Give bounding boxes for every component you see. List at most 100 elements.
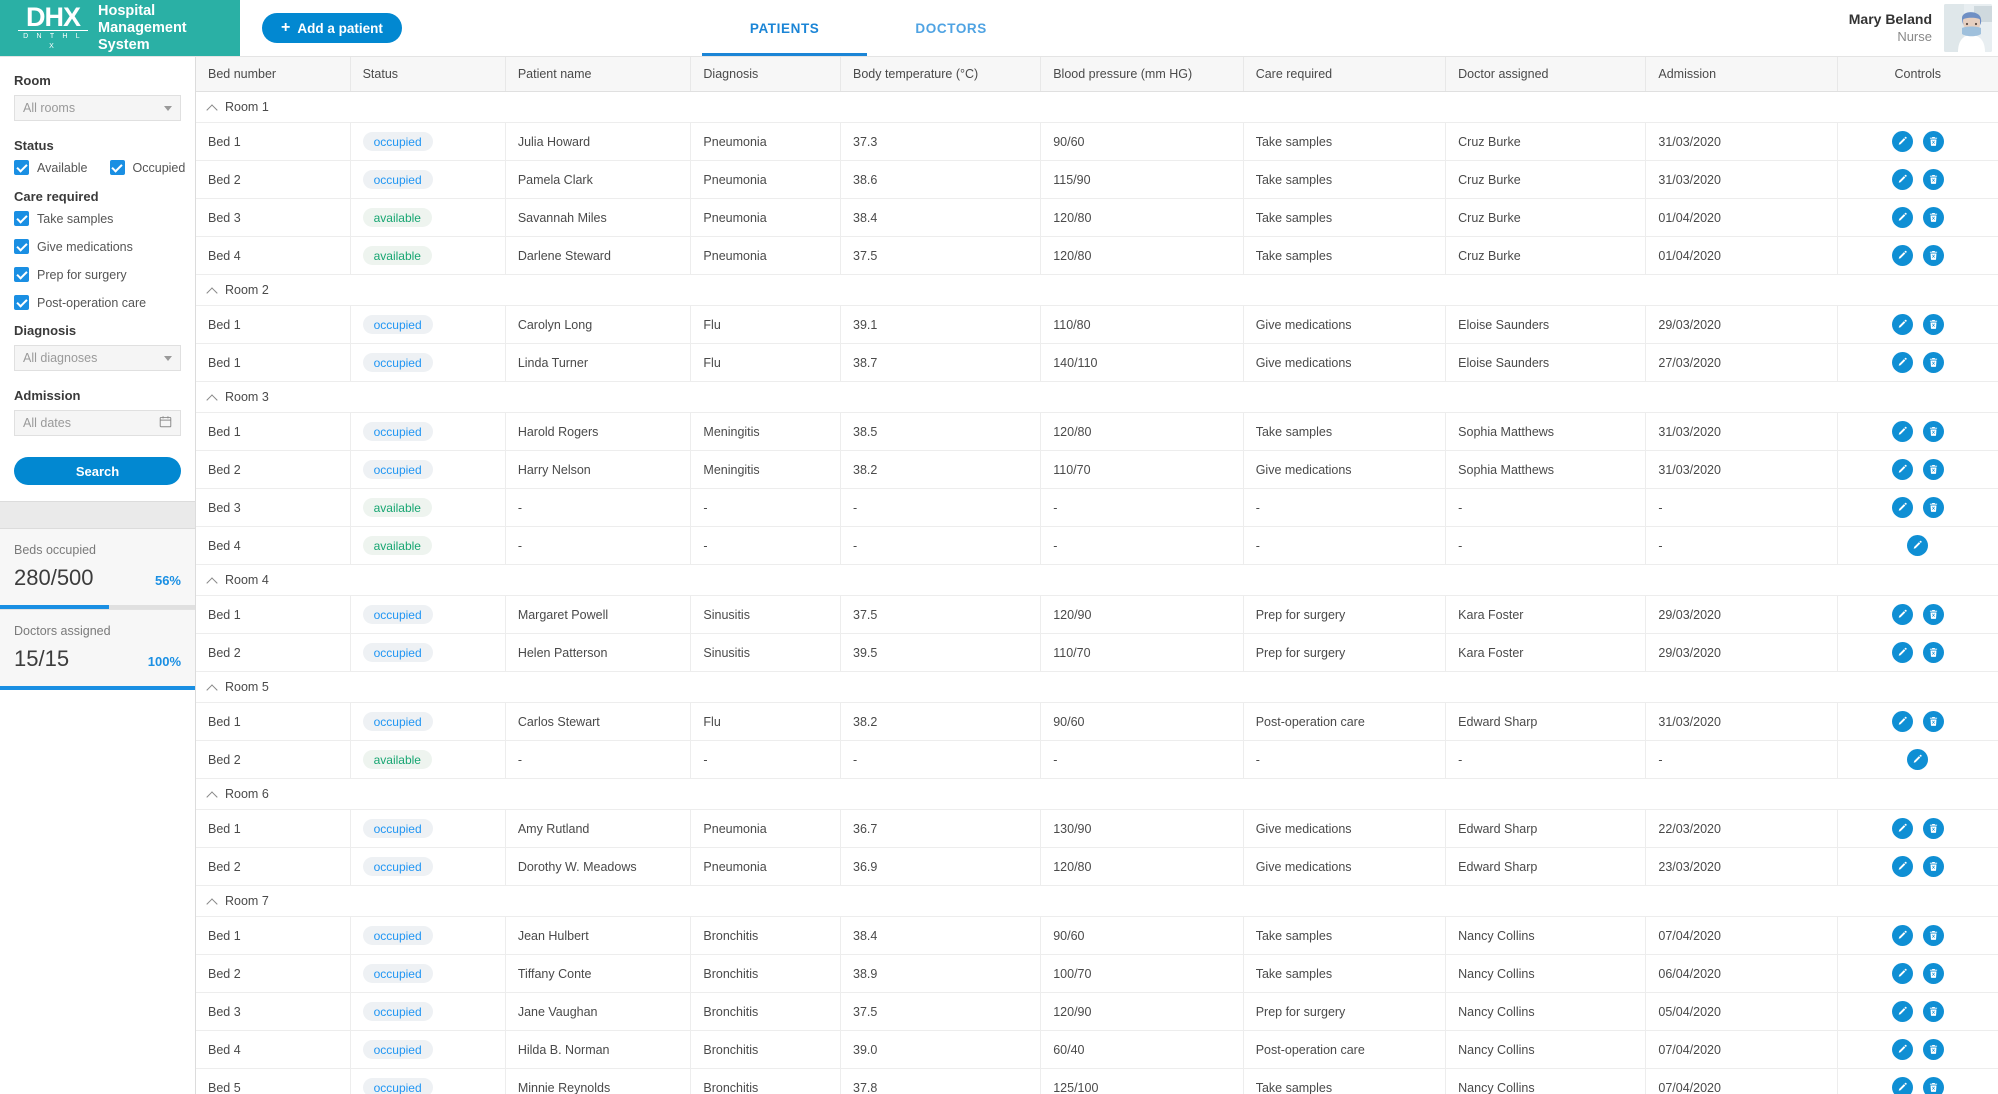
- edit-row-button[interactable]: [1891, 1077, 1913, 1094]
- checkbox-icon[interactable]: [14, 295, 29, 310]
- room-group-cell[interactable]: Room 7: [196, 885, 1998, 917]
- room-group-cell[interactable]: Room 1: [196, 91, 1998, 123]
- room-group-toggle[interactable]: Room 1: [208, 100, 1986, 114]
- delete-row-button[interactable]: [1922, 1001, 1944, 1022]
- table-row[interactable]: Bed 2 occupied Helen Patterson Sinusitis 39.…: [196, 633, 1998, 672]
- table-row[interactable]: Bed 1 occupied Carlos Stewart Flu 38.2 90/60 P…: [196, 702, 1998, 741]
- checkbox-available[interactable]: Available: [14, 160, 88, 175]
- delete-row-button[interactable]: [1922, 352, 1944, 373]
- edit-row-button[interactable]: [1891, 642, 1913, 663]
- checkbox-icon[interactable]: [109, 160, 125, 175]
- tab-doctors[interactable]: DOCTORS: [867, 0, 1034, 56]
- calendar-icon[interactable]: [159, 415, 172, 431]
- table-row[interactable]: Bed 3 available - - - - - - -: [196, 488, 1998, 527]
- delete-row-button[interactable]: [1922, 604, 1944, 625]
- table-row[interactable]: Bed 4 occupied Hilda B. Norman Bronchitis 39…: [196, 1030, 1998, 1069]
- checkbox-icon[interactable]: [14, 160, 29, 175]
- column-header-patient-name[interactable]: Patient name: [505, 57, 692, 92]
- room-group-toggle[interactable]: Room 7: [208, 894, 1986, 908]
- user-block[interactable]: Mary Beland Nurse: [1849, 0, 1998, 56]
- table-row[interactable]: Bed 2 occupied Pamela Clark Pneumonia 38.6 11…: [196, 160, 1998, 199]
- room-group-cell[interactable]: Room 5: [196, 671, 1998, 703]
- admission-date-input[interactable]: All dates: [14, 410, 181, 436]
- edit-row-button[interactable]: [1891, 818, 1913, 839]
- column-header-diagnosis[interactable]: Diagnosis: [690, 57, 841, 92]
- edit-row-button[interactable]: [1891, 856, 1913, 877]
- room-group-header[interactable]: Room 4: [196, 564, 1998, 596]
- delete-row-button[interactable]: [1922, 925, 1944, 946]
- delete-row-button[interactable]: [1922, 818, 1944, 839]
- edit-row-button[interactable]: [1891, 1039, 1913, 1060]
- delete-row-button[interactable]: [1922, 459, 1944, 480]
- room-group-cell[interactable]: Room 3: [196, 381, 1998, 413]
- room-group-toggle[interactable]: Room 2: [208, 283, 1986, 297]
- edit-row-button[interactable]: [1891, 245, 1913, 266]
- room-select[interactable]: All rooms: [14, 95, 181, 121]
- table-row[interactable]: Bed 2 occupied Dorothy W. Meadows Pneumonia…: [196, 847, 1998, 886]
- table-row[interactable]: Bed 1 occupied Harold Rogers Meningitis 38.5…: [196, 412, 1998, 451]
- column-header-admission[interactable]: Admission: [1645, 57, 1838, 92]
- delete-row-button[interactable]: [1922, 1077, 1944, 1094]
- add-patient-button[interactable]: + Add a patient: [262, 13, 402, 43]
- delete-row-button[interactable]: [1922, 131, 1944, 152]
- delete-row-button[interactable]: [1922, 169, 1944, 190]
- edit-row-button[interactable]: [1891, 497, 1913, 518]
- table-row[interactable]: Bed 1 occupied Julia Howard Pneumonia 37.3 90…: [196, 122, 1998, 161]
- edit-row-button[interactable]: [1891, 131, 1913, 152]
- room-group-cell[interactable]: Room 6: [196, 778, 1998, 810]
- table-row[interactable]: Bed 1 occupied Jean Hulbert Bronchitis 38.4 9…: [196, 916, 1998, 955]
- edit-row-button[interactable]: [1891, 169, 1913, 190]
- table-row[interactable]: Bed 1 occupied Amy Rutland Pneumonia 36.7 130…: [196, 809, 1998, 848]
- delete-row-button[interactable]: [1922, 856, 1944, 877]
- delete-row-button[interactable]: [1922, 1039, 1944, 1060]
- edit-row-button[interactable]: [1891, 352, 1913, 373]
- table-row[interactable]: Bed 4 available Darlene Steward Pneumonia 37…: [196, 236, 1998, 275]
- edit-row-button[interactable]: [1891, 207, 1913, 228]
- edit-row-button[interactable]: [1891, 459, 1913, 480]
- table-row[interactable]: Bed 5 occupied Minnie Reynolds Bronchitis 37…: [196, 1068, 1998, 1094]
- room-group-cell[interactable]: Room 2: [196, 274, 1998, 306]
- delete-row-button[interactable]: [1922, 642, 1944, 663]
- delete-row-button[interactable]: [1922, 963, 1944, 984]
- delete-row-button[interactable]: [1922, 711, 1944, 732]
- checkbox-icon[interactable]: [14, 267, 29, 282]
- table-row[interactable]: Bed 2 available - - - - - - -: [196, 740, 1998, 779]
- edit-row-button[interactable]: [1891, 711, 1913, 732]
- column-header-controls[interactable]: Controls: [1837, 57, 1998, 92]
- edit-row-button[interactable]: [1907, 535, 1929, 556]
- room-group-cell[interactable]: Room 4: [196, 564, 1998, 596]
- column-header-doctor-assigned[interactable]: Doctor assigned: [1445, 57, 1647, 92]
- edit-row-button[interactable]: [1891, 925, 1913, 946]
- table-row[interactable]: Bed 1 occupied Carolyn Long Flu 39.1 110/80 Gi…: [196, 305, 1998, 344]
- room-group-toggle[interactable]: Room 4: [208, 573, 1986, 587]
- edit-row-button[interactable]: [1891, 421, 1913, 442]
- checkbox-occupied[interactable]: Occupied: [109, 160, 185, 175]
- table-row[interactable]: Bed 2 occupied Tiffany Conte Bronchitis 38.9…: [196, 954, 1998, 993]
- diagnosis-select[interactable]: All diagnoses: [14, 345, 181, 371]
- checkbox-take-samples[interactable]: Take samples: [14, 211, 181, 226]
- edit-row-button[interactable]: [1891, 314, 1913, 335]
- column-header-care-required[interactable]: Care required: [1243, 57, 1447, 92]
- delete-row-button[interactable]: [1922, 421, 1944, 442]
- tab-patients[interactable]: PATIENTS: [701, 0, 868, 56]
- edit-row-button[interactable]: [1891, 604, 1913, 625]
- table-row[interactable]: Bed 3 occupied Jane Vaughan Bronchitis 37.5 1…: [196, 992, 1998, 1031]
- edit-row-button[interactable]: [1891, 1001, 1913, 1022]
- edit-row-button[interactable]: [1907, 749, 1929, 770]
- table-row[interactable]: Bed 2 occupied Harry Nelson Meningitis 38.2 1…: [196, 450, 1998, 489]
- table-row[interactable]: Bed 1 occupied Margaret Powell Sinusitis 37.…: [196, 595, 1998, 634]
- delete-row-button[interactable]: [1922, 245, 1944, 266]
- room-group-header[interactable]: Room 5: [196, 671, 1998, 703]
- table-row[interactable]: Bed 4 available - - - - - - -: [196, 526, 1998, 565]
- column-header-status[interactable]: Status: [350, 57, 506, 92]
- delete-row-button[interactable]: [1922, 497, 1944, 518]
- table-row[interactable]: Bed 3 available Savannah Miles Pneumonia 38.…: [196, 198, 1998, 237]
- room-group-header[interactable]: Room 2: [196, 274, 1998, 306]
- avatar[interactable]: [1944, 4, 1992, 52]
- delete-row-button[interactable]: [1922, 207, 1944, 228]
- checkbox-post-operation-care[interactable]: Post-operation care: [14, 295, 181, 310]
- edit-row-button[interactable]: [1891, 963, 1913, 984]
- table-row[interactable]: Bed 1 occupied Linda Turner Flu 38.7 140/110 G…: [196, 343, 1998, 382]
- checkbox-give-medications[interactable]: Give medications: [14, 239, 181, 254]
- room-group-header[interactable]: Room 6: [196, 778, 1998, 810]
